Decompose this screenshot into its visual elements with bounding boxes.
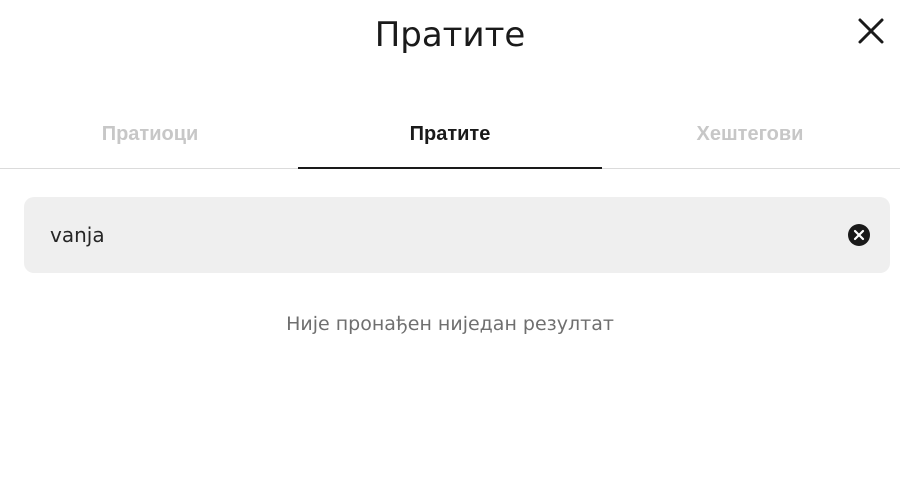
tab-following[interactable]: Пратите <box>298 100 602 169</box>
clear-circle-icon <box>848 224 870 246</box>
search-input[interactable] <box>50 197 840 273</box>
close-button[interactable] <box>854 14 888 48</box>
dialog-header: Пратите <box>0 0 900 70</box>
tab-followers[interactable]: Пратиоци <box>0 100 300 168</box>
no-results-message: Није пронађен ниједан резултат <box>286 313 614 335</box>
search-box <box>24 197 890 273</box>
close-icon <box>858 18 884 44</box>
dialog-title: Пратите <box>374 15 526 55</box>
tab-bar: Пратиоци Пратите Хештегови <box>0 100 900 169</box>
following-dialog: Пратите Пратиоци Пратите Хештегови Није … <box>0 0 900 504</box>
tab-hashtags[interactable]: Хештегови <box>600 100 900 168</box>
clear-search-button[interactable] <box>848 224 870 246</box>
